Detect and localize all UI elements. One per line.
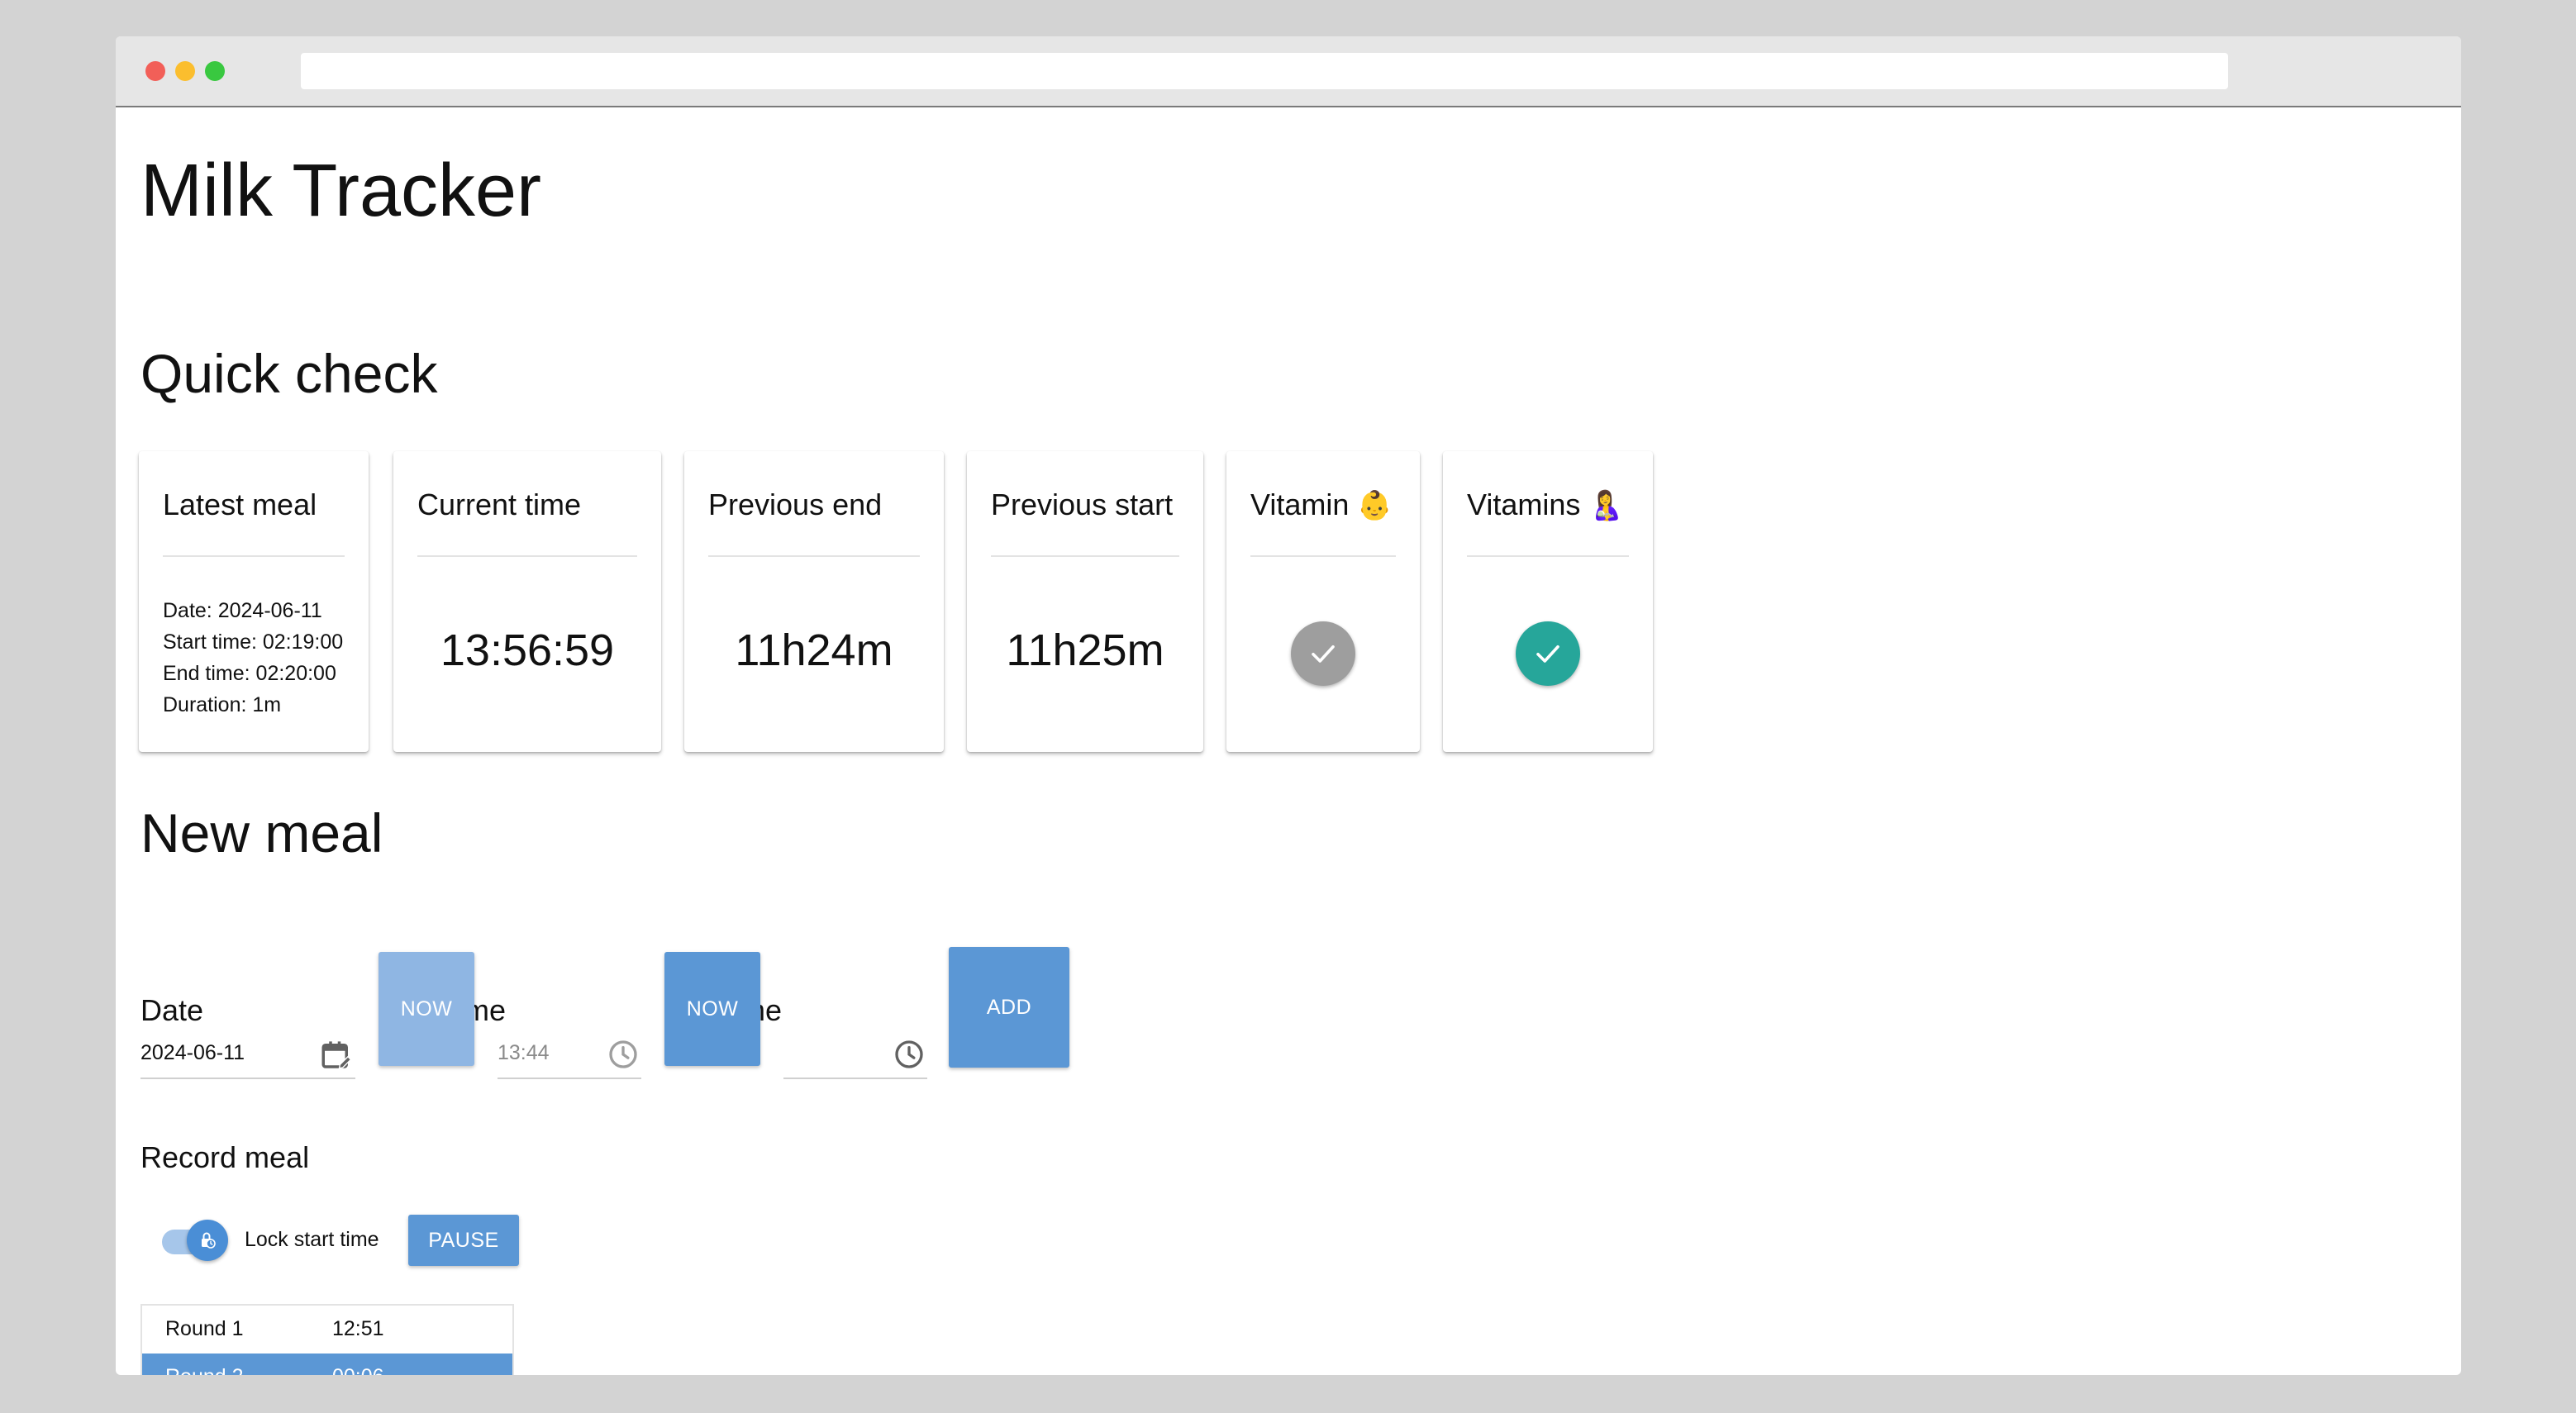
pause-button[interactable]: PAUSE bbox=[408, 1215, 519, 1266]
table-row[interactable]: Round 1 12:51 bbox=[142, 1306, 512, 1354]
check-icon bbox=[1312, 645, 1335, 663]
latest-meal-end: End time: 02:20:00 bbox=[163, 662, 336, 685]
previous-start-card: Previous start 11h25m bbox=[967, 451, 1203, 752]
browser-window: Milk Tracker Quick check Latest meal Dat… bbox=[116, 36, 2461, 1375]
latest-meal-card: Latest meal Date: 2024-06-11 Start time:… bbox=[139, 451, 369, 752]
vitamin-baby-check-button[interactable] bbox=[1291, 621, 1355, 686]
start-time-input[interactable]: 13:44 bbox=[498, 1033, 641, 1079]
start-time-value: 13:44 bbox=[498, 1041, 550, 1064]
current-time-card: Current time 13:56:59 bbox=[393, 451, 661, 752]
previous-end-card: Previous end 11h24m bbox=[684, 451, 944, 752]
lock-clock-icon bbox=[202, 1232, 216, 1249]
card-divider bbox=[1467, 555, 1629, 557]
date-input[interactable]: 2024-06-11 bbox=[140, 1033, 355, 1079]
page-title: Milk Tracker bbox=[140, 150, 542, 232]
round-time: 00:06 bbox=[332, 1365, 384, 1375]
browser-titlebar bbox=[116, 36, 2461, 107]
breastfeeding-emoji-icon: 🤱 bbox=[1588, 490, 1624, 521]
current-time-value: 13:56:59 bbox=[440, 626, 615, 675]
vitamins-mom-label: Vitamins bbox=[1467, 488, 1581, 521]
clock-icon[interactable] bbox=[893, 1038, 926, 1075]
card-divider bbox=[991, 555, 1179, 557]
record-meal-heading: Record meal bbox=[140, 1140, 310, 1174]
previous-start-value: 11h25m bbox=[1006, 626, 1164, 675]
baby-emoji-icon: 👶 bbox=[1357, 490, 1393, 521]
previous-start-title: Previous start bbox=[991, 488, 1174, 521]
latest-meal-duration: Duration: 1m bbox=[163, 693, 282, 716]
latest-meal-details: Date: 2024-06-11 Start time: 02:19:00 En… bbox=[163, 595, 343, 721]
lock-start-toggle-thumb[interactable] bbox=[187, 1220, 228, 1261]
lock-start-label: Lock start time bbox=[245, 1228, 379, 1251]
calendar-edit-icon[interactable] bbox=[319, 1038, 354, 1077]
current-time-title: Current time bbox=[417, 488, 582, 521]
previous-end-title: Previous end bbox=[708, 488, 883, 521]
previous-end-value: 11h24m bbox=[735, 626, 893, 675]
date-input-value: 2024-06-11 bbox=[140, 1041, 245, 1064]
card-divider bbox=[1250, 555, 1396, 557]
minimize-window-button[interactable] bbox=[175, 61, 195, 81]
card-divider bbox=[163, 555, 345, 557]
latest-meal-start: Start time: 02:19:00 bbox=[163, 630, 344, 654]
date-label: Date bbox=[140, 993, 204, 1027]
rounds-table: Round 1 12:51 Round 2 00:06 bbox=[140, 1304, 514, 1375]
end-time-input[interactable] bbox=[783, 1033, 927, 1079]
vitamin-baby-title: Vitamin 👶 bbox=[1250, 488, 1396, 522]
vitamins-mom-check-button[interactable] bbox=[1516, 621, 1580, 686]
new-meal-heading: New meal bbox=[140, 802, 383, 864]
add-meal-button[interactable]: ADD bbox=[949, 947, 1069, 1068]
end-now-button[interactable]: NOW bbox=[664, 952, 760, 1066]
address-bar[interactable] bbox=[301, 53, 2228, 89]
start-now-button[interactable]: NOW bbox=[379, 952, 474, 1066]
maximize-window-button[interactable] bbox=[205, 61, 225, 81]
table-row[interactable]: Round 2 00:06 bbox=[142, 1354, 512, 1375]
vitamin-baby-card: Vitamin 👶 bbox=[1226, 451, 1420, 752]
card-divider bbox=[708, 555, 920, 557]
page-content: Milk Tracker Quick check Latest meal Dat… bbox=[116, 107, 2461, 1375]
round-name: Round 1 bbox=[165, 1317, 244, 1340]
close-window-button[interactable] bbox=[145, 61, 165, 81]
vitamins-mom-card: Vitamins 🤱 bbox=[1443, 451, 1653, 752]
card-divider bbox=[417, 555, 637, 557]
round-name: Round 2 bbox=[165, 1365, 244, 1375]
latest-meal-title: Latest meal bbox=[163, 488, 317, 521]
vitamins-mom-title: Vitamins 🤱 bbox=[1467, 488, 1629, 522]
check-icon bbox=[1536, 645, 1559, 663]
quick-check-heading: Quick check bbox=[140, 343, 438, 404]
vitamin-baby-label: Vitamin bbox=[1250, 488, 1350, 521]
latest-meal-date: Date: 2024-06-11 bbox=[163, 599, 322, 622]
clock-icon[interactable] bbox=[607, 1038, 640, 1075]
round-time: 12:51 bbox=[332, 1317, 384, 1340]
